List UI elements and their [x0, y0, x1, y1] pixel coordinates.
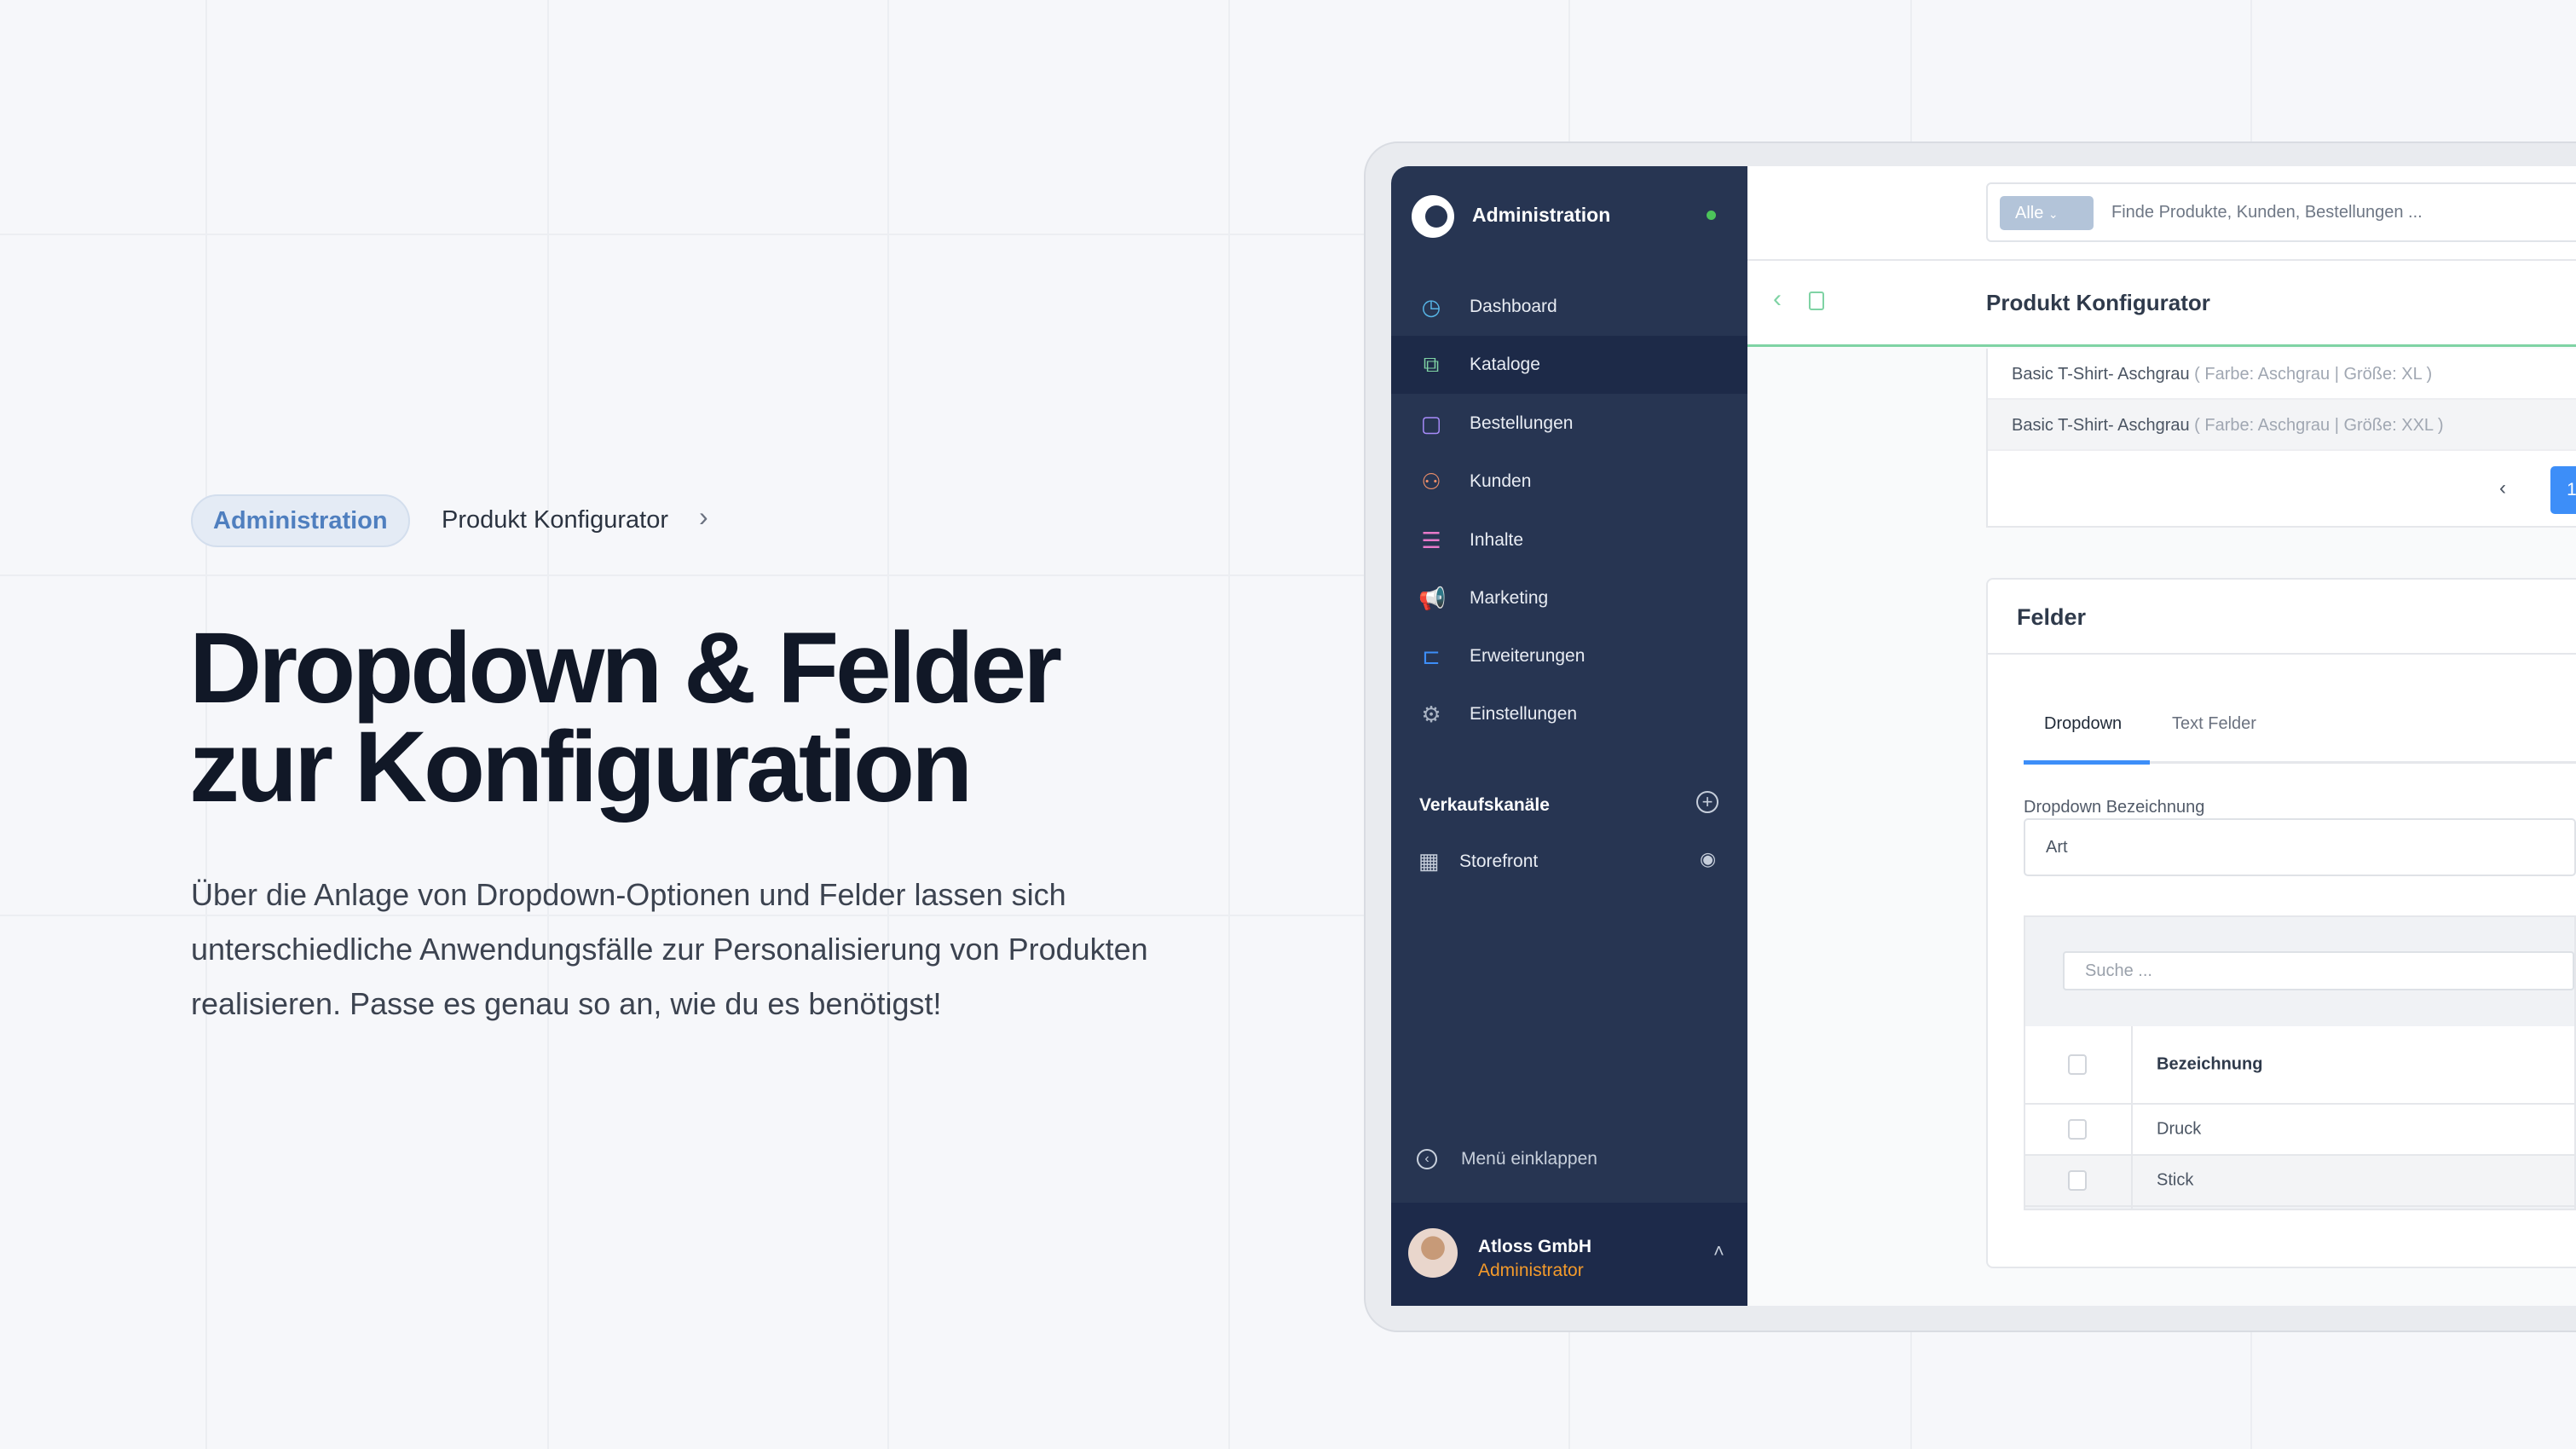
row-checkbox[interactable] [2068, 1170, 2087, 1191]
sidebar-item-label: Kunden [1470, 471, 1532, 491]
tab-dropdown[interactable]: Dropdown [2044, 714, 2122, 734]
top-bar: Alle ⌄ Finde Produkte, Kunden, Bestellun… [1747, 166, 2576, 261]
chevron-up-icon[interactable]: ˄ [1713, 1240, 1724, 1262]
table-header: Bezeichnung [2025, 1026, 2574, 1105]
sidebar-item-storefront[interactable]: ▦ Storefront ◉ [1391, 846, 1747, 880]
sidebar-item-label: Erweiterungen [1470, 646, 1585, 666]
main-content: Alle ⌄ Finde Produkte, Kunden, Bestellun… [1747, 166, 2576, 1306]
active-tab-indicator [2024, 760, 2150, 765]
breadcrumb-administration[interactable]: Administration [191, 494, 410, 547]
pagination-page-1[interactable]: 1 [2550, 466, 2576, 514]
sidebar-item-erweiterungen[interactable]: ⊏ Erweiterungen [1391, 627, 1747, 685]
sidebar-title: Administration [1472, 204, 1611, 226]
sidebar-item-einstellungen[interactable]: ⚙ Einstellungen [1391, 685, 1747, 743]
options-search-input[interactable]: Suche ... [2063, 951, 2574, 990]
variant-meta: ( Farbe: Aschgrau | Größe: XL ) [2189, 365, 2433, 384]
catalog-icon: ⧉ [1423, 351, 1440, 377]
sales-channels-heading: Verkaufskanäle [1419, 795, 1550, 815]
user-name: Atloss GmbH [1478, 1237, 1592, 1256]
sidebar-item-dashboard[interactable]: ◷ Dashboard [1391, 278, 1747, 336]
sidebar-item-label: Einstellungen [1470, 704, 1578, 724]
chevron-right-icon: › [699, 501, 708, 532]
variant-row[interactable]: Basic T-Shirt- Aschgrau ( Farbe: Aschgra… [1988, 400, 2576, 451]
column-header[interactable]: Bezeichnung [2157, 1055, 2262, 1075]
chevron-left-circle-icon: ‹ [1417, 1149, 1437, 1169]
dropdown-name-input[interactable]: Art [2024, 818, 2576, 876]
content-icon: ☰ [1421, 527, 1441, 553]
sidebar-item-label: Kataloge [1470, 355, 1540, 374]
shopping-bag-icon: ▢ [1420, 410, 1442, 436]
variant-name: Basic T-Shirt- Aschgrau [2012, 416, 2190, 435]
table-row[interactable]: Stick [2025, 1156, 2574, 1207]
storefront-label: Storefront [1459, 852, 1539, 871]
sidebar-item-kunden[interactable]: ⚇ Kunden [1391, 453, 1747, 511]
avatar [1408, 1228, 1458, 1278]
eye-icon[interactable]: ◉ [1700, 848, 1716, 870]
copy-icon[interactable] [1809, 292, 1824, 310]
hero-title: Dropdown & Felder zur Konfiguration [189, 618, 1212, 817]
tab-text-felder[interactable]: Text Felder [2172, 714, 2256, 734]
sidebar-item-label: Inhalte [1470, 530, 1524, 550]
search-input[interactable]: Finde Produkte, Kunden, Bestellungen ... [2111, 203, 2423, 222]
user-menu[interactable]: Atloss GmbH Administrator ˄ [1391, 1203, 1747, 1306]
sidebar-item-label: Bestellungen [1470, 413, 1574, 433]
sidebar-item-marketing[interactable]: 📢 Marketing [1391, 569, 1747, 627]
table-row[interactable]: Druck [2025, 1105, 2574, 1156]
sidebar-item-kataloge[interactable]: ⧉ Kataloge [1391, 336, 1747, 394]
title-line-2: zur Konfiguration [189, 711, 973, 823]
page-header: ‹ Produkt Konfigurator [1747, 261, 2576, 347]
sidebar-item-inhalte[interactable]: ☰ Inhalte [1391, 511, 1747, 569]
variants-card: Basic T-Shirt- Aschgrau ( Farbe: Aschgra… [1986, 349, 2576, 528]
filter-label: Alle [2015, 204, 2044, 222]
sidebar-item-bestellungen[interactable]: ▢ Bestellungen [1391, 395, 1747, 453]
felder-title: Felder [1988, 580, 2576, 655]
felder-card: Felder Dropdown Text Felder Dropdown Bez… [1986, 578, 2576, 1268]
title-line-1: Dropdown & Felder [189, 612, 1062, 724]
sidebar-item-label: Dashboard [1470, 297, 1557, 316]
collapse-menu-label: Menü einklappen [1461, 1149, 1597, 1169]
dropdown-label: Dropdown Bezeichnung [2024, 798, 2205, 817]
select-all-checkbox[interactable] [2068, 1054, 2087, 1075]
gauge-icon: ◷ [1421, 293, 1441, 320]
collapse-menu-button[interactable]: ‹ Menü einklappen [1417, 1149, 1597, 1169]
page-title: Produkt Konfigurator [1986, 290, 2210, 315]
sidebar: Administration ◷ Dashboard ⧉ Kataloge ▢ Beste… [1391, 166, 1747, 1306]
options-grid: Suche ... Bezeichnung Druck Stick [2024, 915, 2576, 1210]
user-role: Administrator [1478, 1261, 1584, 1280]
cell: Druck [2157, 1119, 2202, 1139]
gear-icon: ⚙ [1421, 701, 1441, 727]
status-dot [1707, 211, 1716, 220]
back-chevron-icon[interactable]: ‹ [1773, 285, 1782, 314]
cell: Stick [2157, 1170, 2194, 1190]
plugin-icon: ⊏ [1422, 643, 1441, 669]
sidebar-item-label: Marketing [1470, 588, 1549, 608]
search-filter-dropdown[interactable]: Alle ⌄ [2000, 196, 2094, 230]
hero-description: Über die Anlage von Dropdown-Optionen un… [191, 877, 1148, 1021]
add-sales-channel-icon[interactable]: + [1696, 791, 1718, 813]
variant-meta: ( Farbe: Aschgrau | Größe: XXL ) [2189, 416, 2444, 435]
variant-row[interactable]: Basic T-Shirt- Aschgrau ( Farbe: Aschgra… [1988, 349, 2576, 400]
variant-name: Basic T-Shirt- Aschgrau [2012, 365, 2190, 384]
pagination-prev[interactable]: ‹ [2499, 476, 2506, 500]
global-search[interactable]: Alle ⌄ Finde Produkte, Kunden, Bestellun… [1986, 182, 2576, 242]
shopware-logo-icon [1412, 195, 1454, 238]
megaphone-icon: 📢 [1418, 585, 1447, 611]
storefront-icon: ▦ [1418, 848, 1440, 874]
breadcrumb-current: Produkt Konfigurator [442, 506, 668, 534]
chevron-down-icon: ⌄ [2048, 207, 2059, 221]
users-icon: ⚇ [1421, 468, 1441, 494]
row-checkbox[interactable] [2068, 1119, 2087, 1140]
